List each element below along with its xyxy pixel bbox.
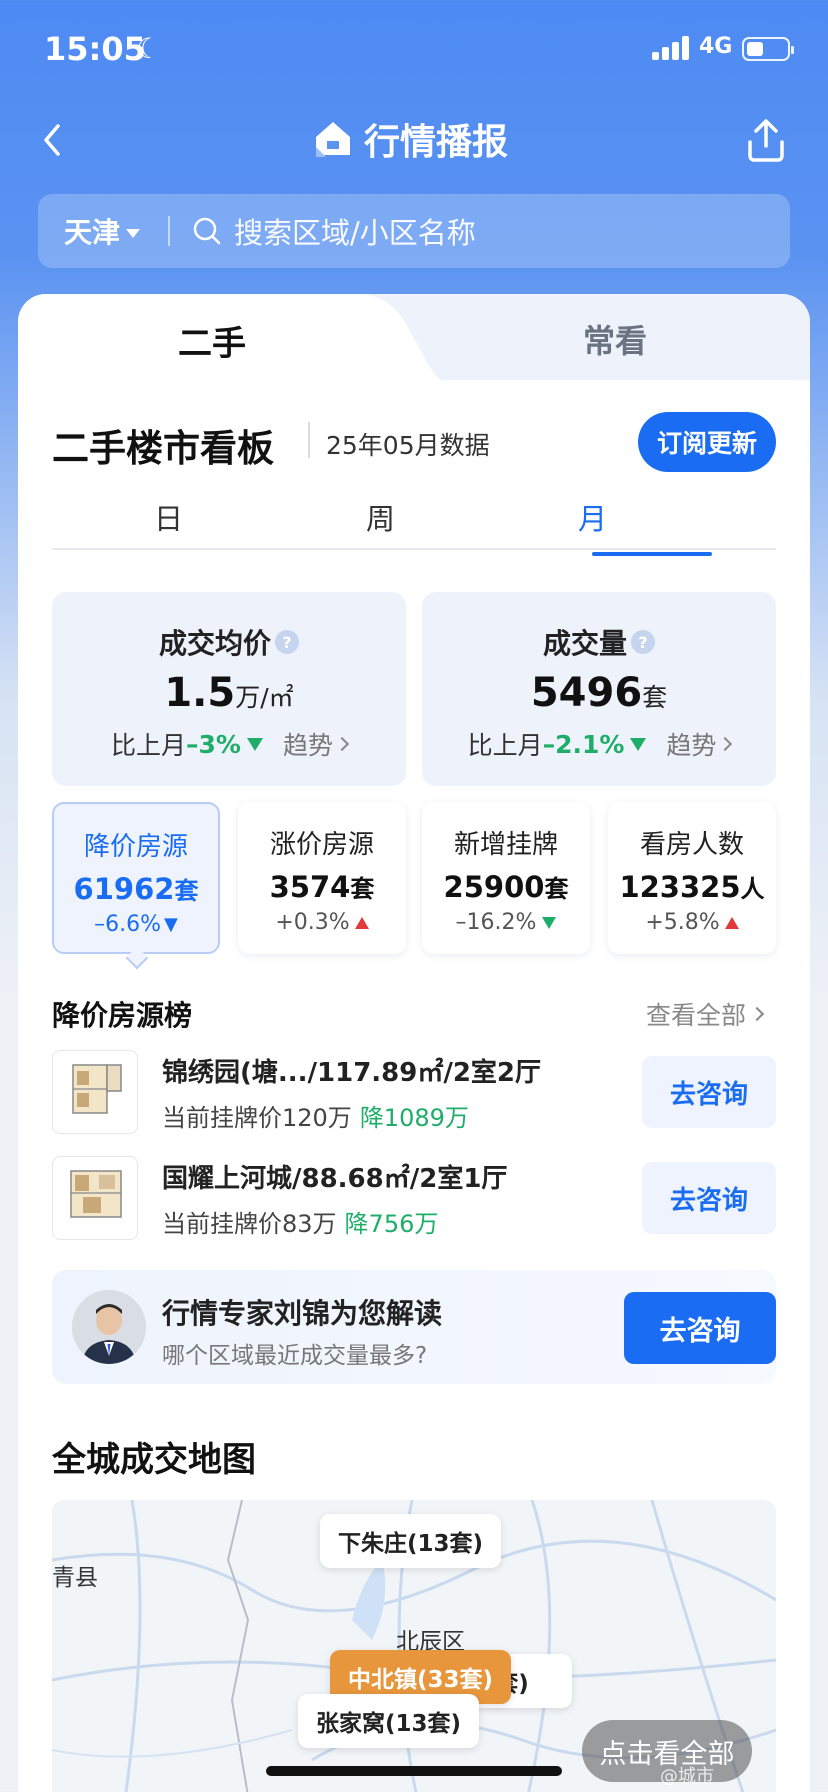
listing-title: 国耀上河城/88.68㎡/2室1厅: [162, 1164, 508, 1194]
expert-title: 行情专家刘锦为您解读: [162, 1297, 443, 1330]
search-input[interactable]: 搜索区域/小区名称: [234, 210, 476, 252]
search-divider: [168, 216, 171, 246]
stat-new-listings[interactable]: 新增挂牌 25900套 –16.2%: [422, 802, 590, 954]
trend-link[interactable]: 趋势: [666, 726, 733, 762]
map-pin[interactable]: 张家窝(13套): [298, 1694, 480, 1748]
list-item[interactable]: 锦绣园(塘.../117.89㎡/2室2厅 当前挂牌价120万 降1089万 去咨…: [52, 1050, 776, 1134]
stat-price-rise-listings[interactable]: 涨价房源 3574套 +0.3%: [238, 802, 406, 954]
moon-icon: ☾: [136, 32, 162, 65]
status-bar: 15:05 ☾ 4G: [0, 0, 828, 100]
page-title: 行情播报: [312, 114, 508, 164]
stat-label: 成交均价?: [52, 622, 406, 662]
board-date: 25年05月数据: [326, 431, 490, 460]
stat-avg-price[interactable]: 成交均价? 1.5万/㎡ 比上月 –3% 趋势: [52, 592, 406, 786]
down-arrow-icon: [542, 916, 557, 929]
up-arrow-icon: [724, 916, 739, 929]
back-icon[interactable]: [38, 118, 68, 162]
down-arrow-icon: ▼: [164, 914, 178, 935]
expert-banner[interactable]: 行情专家刘锦为您解读 哪个区域最近成交量最多? 去咨询: [52, 1270, 776, 1384]
home-indicator[interactable]: [266, 1766, 562, 1776]
listing-price: 当前挂牌价83万 降756万: [162, 1210, 439, 1238]
avatar: [72, 1290, 146, 1364]
stat-viewers[interactable]: 看房人数 123325人 +5.8%: [608, 802, 776, 954]
period-tabs: 日 周 月: [52, 492, 776, 550]
tab-secondhand[interactable]: 二手: [178, 316, 246, 365]
battery-icon: [742, 37, 794, 61]
consult-button[interactable]: 去咨询: [642, 1162, 776, 1234]
stat-price-drop-listings[interactable]: 降价房源 61962套 –6.6% ▼: [52, 802, 220, 954]
listing-price: 当前挂牌价120万 降1089万: [162, 1104, 469, 1132]
subscribe-button[interactable]: 订阅更新: [638, 412, 776, 472]
page-title-text: 行情播报: [364, 122, 509, 163]
list-item[interactable]: 国耀上河城/88.68㎡/2室1厅 当前挂牌价83万 降756万 去咨询: [52, 1156, 776, 1240]
active-period-indicator: [592, 552, 712, 556]
active-tab-shape: [18, 294, 810, 390]
expert-subtitle: 哪个区域最近成交量最多?: [162, 1343, 428, 1369]
up-arrow-icon: [354, 916, 369, 929]
listing-title: 锦绣园(塘.../117.89㎡/2室2厅: [162, 1058, 542, 1088]
down-arrow-icon: [630, 737, 647, 751]
expert-consult-button[interactable]: 去咨询: [624, 1292, 776, 1364]
stat-compare: 比上月 –2.1% 趋势: [422, 726, 776, 762]
chevron-right-icon: [718, 736, 733, 752]
floorplan-thumbnail: [52, 1156, 138, 1240]
map-title: 全城成交地图: [52, 1440, 256, 1480]
consult-button[interactable]: 去咨询: [642, 1056, 776, 1128]
tab-week[interactable]: 周: [366, 496, 395, 538]
watermark: @城市: [660, 1766, 714, 1787]
chevron-right-icon: [749, 1006, 765, 1022]
status-time: 15:05: [44, 30, 146, 68]
search-icon: [193, 217, 221, 245]
share-icon[interactable]: [742, 116, 790, 164]
list-title: 降价房源榜: [52, 999, 193, 1032]
stat-label: 成交量?: [422, 622, 776, 662]
see-all-link[interactable]: 查看全部: [646, 996, 765, 1032]
tab-frequent[interactable]: 常看: [583, 316, 647, 362]
chevron-right-icon: [334, 736, 350, 752]
map-pin[interactable]: 下朱庄(13套): [320, 1514, 502, 1568]
board-title: 二手楼市看板: [52, 427, 274, 470]
city-selector[interactable]: 天津: [64, 211, 120, 251]
stat-value: 1.5万/㎡: [164, 670, 294, 716]
main-card: 二手 常看 二手楼市看板 25年05月数据 订阅更新 日 周 月 成交均价? 1…: [18, 294, 810, 1792]
stat-volume[interactable]: 成交量? 5496套 比上月 –2.1% 趋势: [422, 592, 776, 786]
tab-day[interactable]: 日: [154, 496, 183, 538]
signal-icon: [652, 36, 692, 60]
help-icon[interactable]: ?: [631, 630, 655, 654]
down-arrow-icon: [246, 737, 263, 751]
dropdown-icon[interactable]: [126, 228, 141, 238]
house-logo-icon: [316, 122, 350, 157]
floorplan-thumbnail: [52, 1050, 138, 1134]
tab-month[interactable]: 月: [578, 496, 607, 538]
help-icon[interactable]: ?: [275, 630, 299, 654]
map-place-label: 青县: [52, 1565, 98, 1591]
stat-value: 5496套: [530, 670, 668, 716]
title-divider: [308, 422, 310, 458]
network-type: 4G: [699, 34, 733, 59]
search-bar[interactable]: 天津 搜索区域/小区名称: [38, 194, 790, 268]
stat-compare: 比上月 –3% 趋势: [52, 726, 406, 762]
trend-link[interactable]: 趋势: [283, 726, 350, 762]
